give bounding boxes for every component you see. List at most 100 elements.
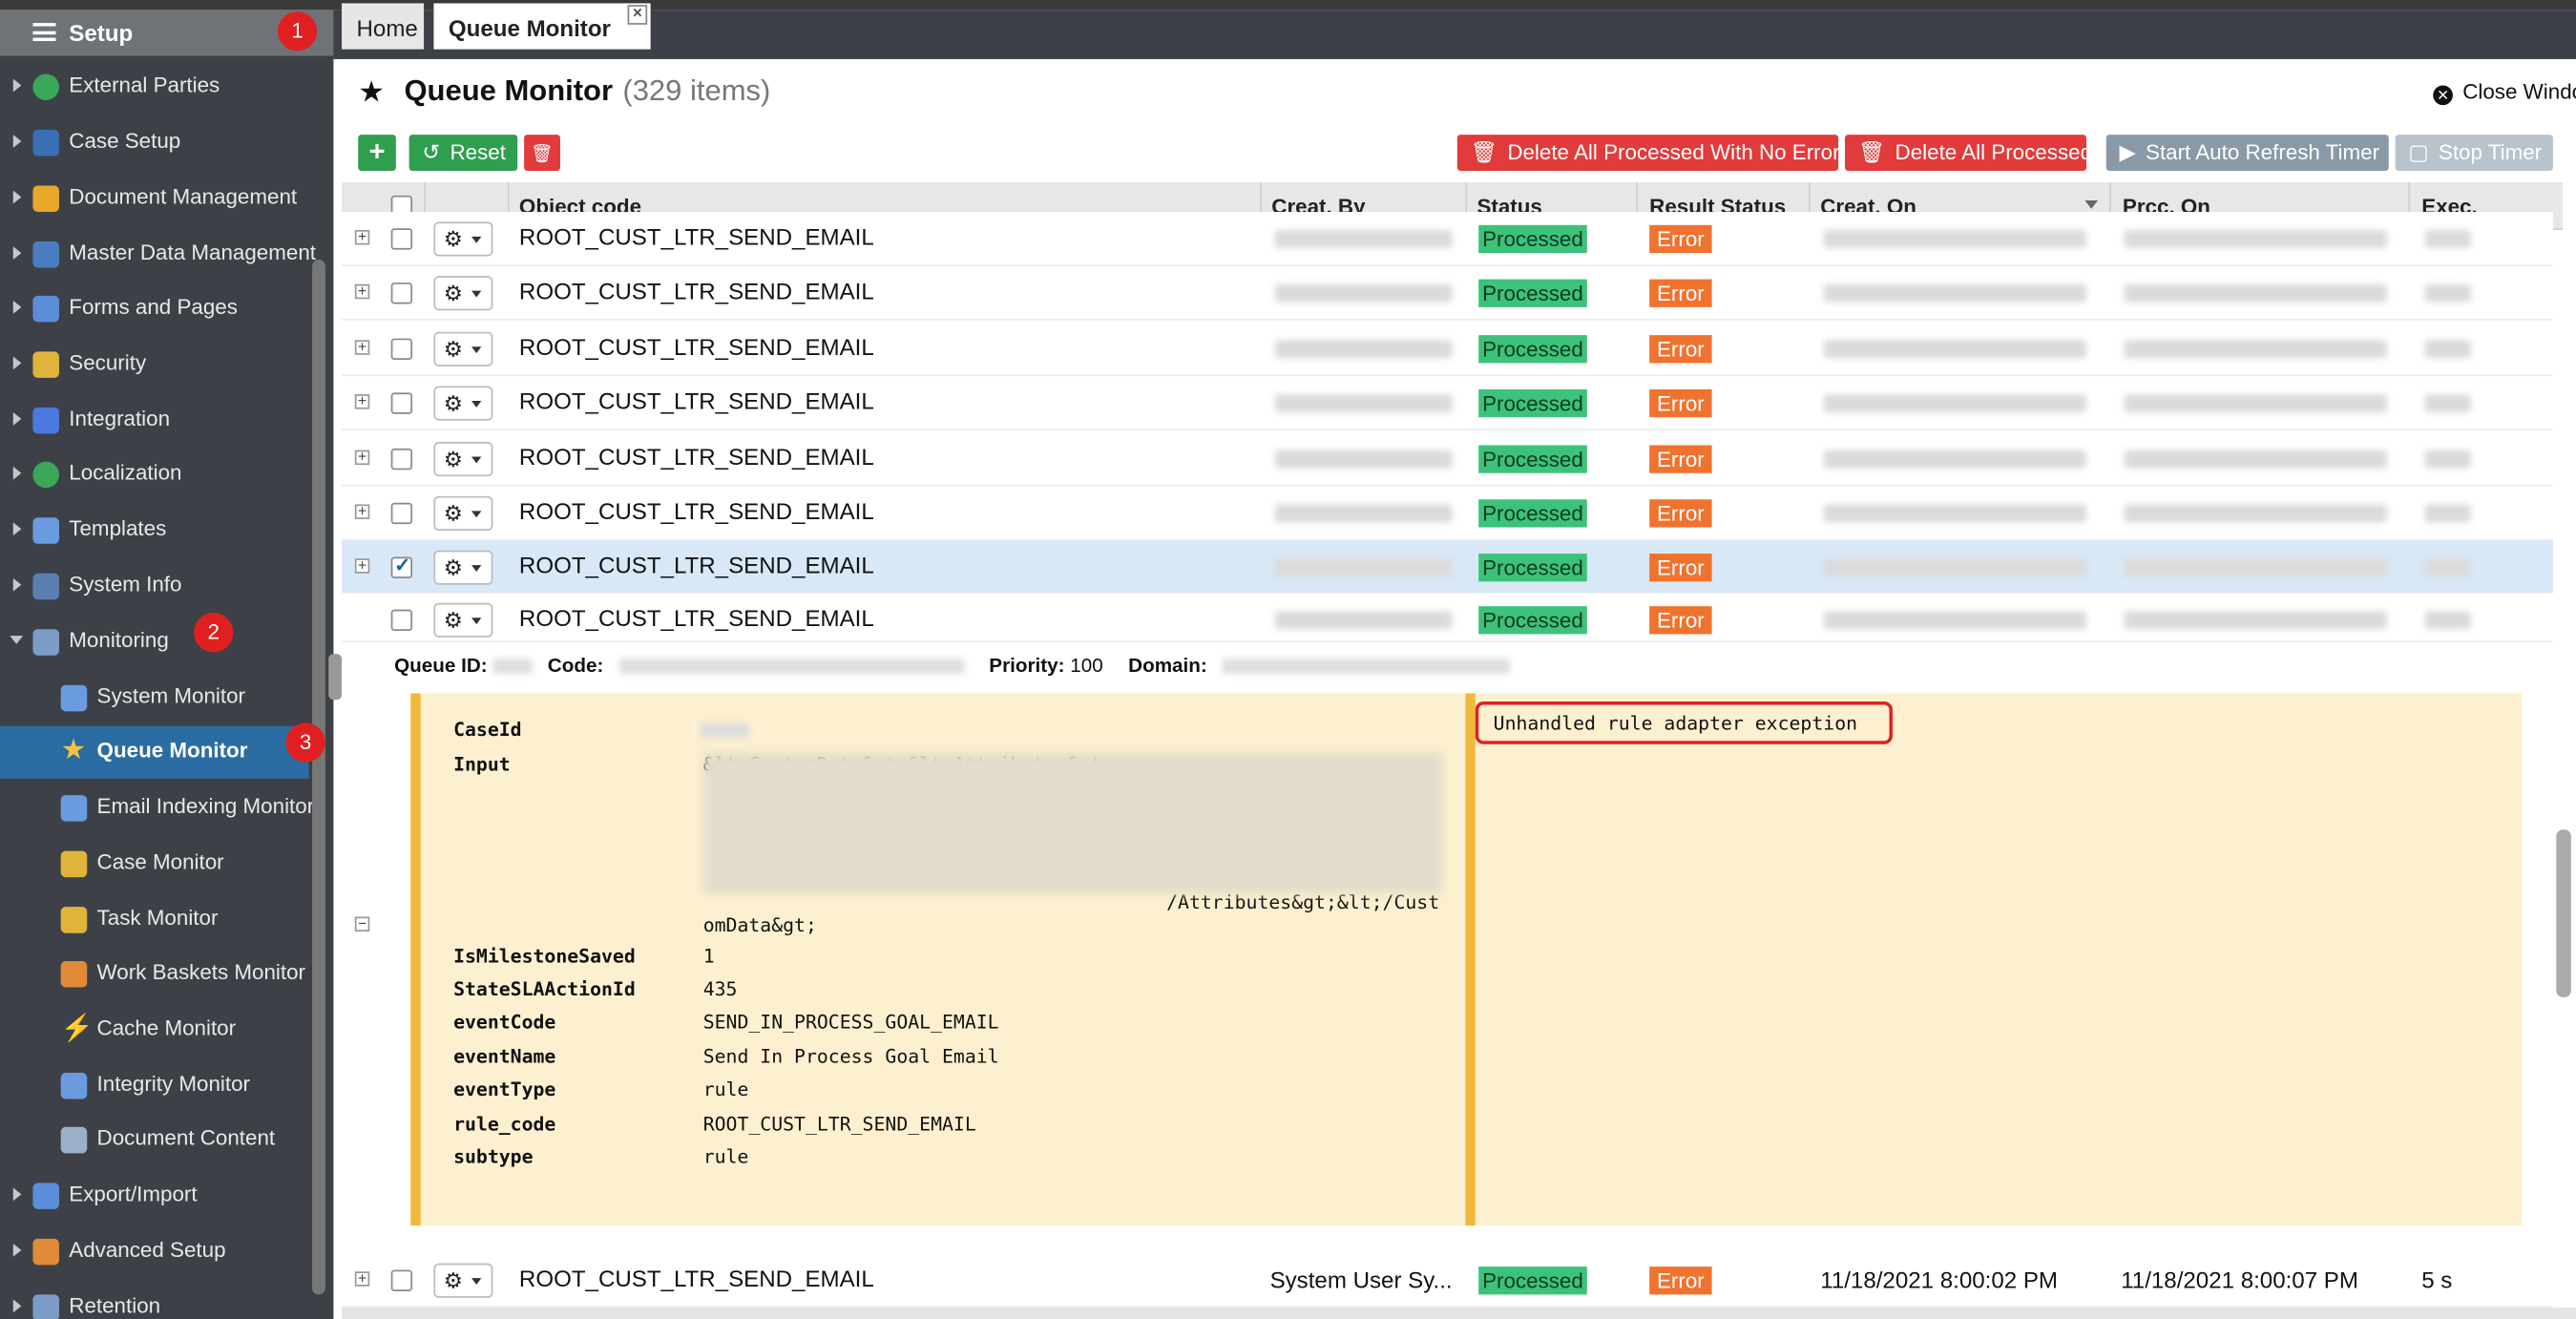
sidebar-item-monitoring[interactable]: Monitoring	[0, 616, 309, 668]
step-badge-2: 2	[194, 613, 234, 653]
grid-icon	[60, 684, 88, 712]
add-button[interactable]: +	[358, 135, 396, 172]
row-actions-gear[interactable]: ⚙	[433, 442, 493, 477]
redacted-created-on	[1823, 611, 2087, 630]
table-row[interactable]: + ⚙ ROOT_CUST_LTR_SEND_EMAIL Processed Error	[342, 376, 2553, 430]
chevron-right-icon[interactable]	[12, 135, 22, 148]
sidebar-item-security[interactable]: Security	[0, 339, 309, 391]
expand-icon[interactable]: +	[354, 339, 370, 355]
row-checkbox[interactable]	[390, 502, 413, 525]
expand-icon[interactable]: +	[354, 283, 370, 300]
reset-button[interactable]: ↺ Reset	[408, 135, 518, 172]
close-tab-icon[interactable]: ×	[627, 5, 648, 25]
sidebar-item-advanced-setup[interactable]: Advanced Setup	[0, 1225, 309, 1278]
close-window-button[interactable]: ✕ Close Windo	[2433, 79, 2576, 106]
row-checkbox[interactable]	[390, 338, 413, 360]
bottom-bar	[342, 1308, 2576, 1319]
table-row[interactable]: + ⚙ ROOT_CUST_LTR_SEND_EMAIL Processed Error	[342, 212, 2553, 266]
chevron-right-icon[interactable]	[12, 412, 22, 426]
table-row[interactable]: + ⚙ ROOT_CUST_LTR_SEND_EMAIL System User…	[342, 1253, 2553, 1309]
stop-timer-button[interactable]: ▢ Stop Timer	[2395, 135, 2553, 172]
tab-home[interactable]: Home	[342, 3, 425, 50]
row-checkbox[interactable]	[390, 392, 413, 414]
chevron-down-icon[interactable]	[10, 636, 24, 644]
splitter-handle[interactable]	[328, 654, 343, 701]
expand-icon[interactable]: +	[354, 504, 370, 519]
sidebar-scrollbar[interactable]	[312, 259, 325, 1295]
expand-icon[interactable]: +	[354, 450, 370, 466]
delete-processed-no-errors-button[interactable]: 🗑 Delete All Processed With No Errors	[1456, 135, 1851, 172]
collapse-icon[interactable]: −	[354, 916, 370, 932]
table-row[interactable]: + ⚙ ROOT_CUST_LTR_SEND_EMAIL Processed Error	[342, 322, 2553, 377]
row-actions-gear[interactable]: ⚙	[433, 550, 493, 585]
chevron-right-icon[interactable]	[12, 1187, 22, 1202]
table-row[interactable]: + ⚙ ROOT_CUST_LTR_SEND_EMAIL Processed Error	[342, 486, 2553, 541]
sidebar-item-templates[interactable]: Templates	[0, 504, 309, 556]
table-row[interactable]: ⚙ ROOT_CUST_LTR_SEND_EMAIL Processed Error	[342, 593, 2553, 643]
sidebar-item-cache-monitor[interactable]: ⚡ Cache Monitor	[0, 1004, 309, 1057]
tab-queue-monitor[interactable]: Queue Monitor ×	[433, 3, 651, 50]
sidebar-item-email-indexing-monitor[interactable]: Email Indexing Monitor	[0, 782, 314, 834]
hamburger-icon[interactable]	[32, 23, 56, 42]
row-actions-gear[interactable]: ⚙	[433, 602, 493, 638]
row-actions-gear[interactable]: ⚙	[433, 495, 493, 531]
sidebar-item-task-monitor[interactable]: Task Monitor	[0, 893, 309, 946]
sidebar-item-document-management[interactable]: Document Management	[0, 173, 309, 225]
row-checkbox[interactable]	[390, 283, 413, 304]
chevron-right-icon[interactable]	[12, 1244, 22, 1257]
sidebar-item-queue-monitor[interactable]: ★ Queue Monitor	[0, 725, 309, 779]
sidebar-item-master-data-management[interactable]: Master Data Management	[0, 228, 316, 281]
sidebar-item-export-import[interactable]: Export/Import	[0, 1170, 309, 1223]
grid-scrollbar[interactable]	[2556, 829, 2571, 997]
row-checkbox[interactable]	[390, 609, 413, 631]
expand-icon[interactable]: +	[354, 393, 370, 409]
sidebar-item-localization[interactable]: Localization	[0, 449, 309, 501]
sidebar-item-label: External Parties	[69, 72, 220, 97]
delete-all-processed-button[interactable]: 🗑 Delete All Processed	[1845, 135, 2092, 172]
expand-icon[interactable]: +	[354, 1270, 370, 1287]
row-checkbox[interactable]	[390, 554, 413, 578]
row-actions-gear[interactable]: ⚙	[433, 221, 493, 257]
row-checkbox[interactable]	[390, 448, 413, 471]
sort-desc-icon[interactable]	[2084, 199, 2099, 209]
status-badge: Processed	[1478, 554, 1587, 582]
sidebar-item-integrity-monitor[interactable]: Integrity Monitor	[0, 1059, 309, 1112]
sidebar-item-system-monitor[interactable]: System Monitor	[0, 672, 309, 724]
sidebar-item-document-content[interactable]: Document Content	[0, 1114, 309, 1166]
row-actions-gear[interactable]: ⚙	[433, 331, 493, 366]
chevron-right-icon[interactable]	[12, 190, 22, 204]
sidebar-item-integration[interactable]: Integration	[0, 394, 309, 447]
favorite-star-icon[interactable]: ★	[358, 75, 385, 110]
chevron-right-icon[interactable]	[12, 300, 22, 314]
chevron-right-icon[interactable]	[12, 246, 22, 260]
sidebar-item-forms-and-pages[interactable]: Forms and Pages	[0, 283, 309, 335]
expand-icon[interactable]: +	[354, 229, 370, 245]
chevron-right-icon[interactable]	[12, 577, 22, 592]
sidebar-item-work-baskets-monitor[interactable]: Work Baskets Monitor	[0, 948, 309, 1000]
expand-icon[interactable]: +	[354, 557, 370, 574]
start-auto-refresh-button[interactable]: ▶ Start Auto Refresh Timer	[2105, 135, 2389, 172]
row-checkbox[interactable]	[390, 228, 413, 250]
chevron-right-icon[interactable]	[12, 1299, 22, 1313]
delete-button[interactable]: 🗑	[524, 135, 560, 172]
redacted-processed-on	[2124, 558, 2388, 577]
row-actions-gear[interactable]: ⚙	[433, 1263, 493, 1298]
sidebar-item-external-parties[interactable]: External Parties	[0, 61, 309, 114]
sidebar-item-retention[interactable]: Retention	[0, 1282, 309, 1319]
object-code-cell: ROOT_CUST_LTR_SEND_EMAIL	[518, 333, 874, 360]
chevron-right-icon[interactable]	[12, 356, 22, 370]
chevron-right-icon[interactable]	[12, 78, 22, 93]
table-row[interactable]: + ⚙ ROOT_CUST_LTR_SEND_EMAIL Processed Error	[342, 431, 2553, 487]
table-row[interactable]: + ⚙ ROOT_CUST_LTR_SEND_EMAIL Processed Error	[342, 265, 2553, 321]
sidebar-item-case-monitor[interactable]: Case Monitor	[0, 838, 309, 890]
sidebar-item-system-info[interactable]: System Info	[0, 560, 309, 613]
row-actions-gear[interactable]: ⚙	[433, 276, 493, 311]
sidebar-item-label: System Info	[69, 572, 182, 597]
result-status-badge: Error	[1649, 606, 1712, 635]
chevron-right-icon[interactable]	[12, 466, 22, 480]
row-actions-gear[interactable]: ⚙	[433, 386, 493, 421]
chevron-right-icon[interactable]	[12, 522, 22, 536]
table-row[interactable]: + ⚙ ROOT_CUST_LTR_SEND_EMAIL Processed Error	[342, 540, 2553, 596]
row-checkbox[interactable]	[390, 1269, 413, 1291]
sidebar-item-case-setup[interactable]: Case Setup	[0, 116, 309, 169]
